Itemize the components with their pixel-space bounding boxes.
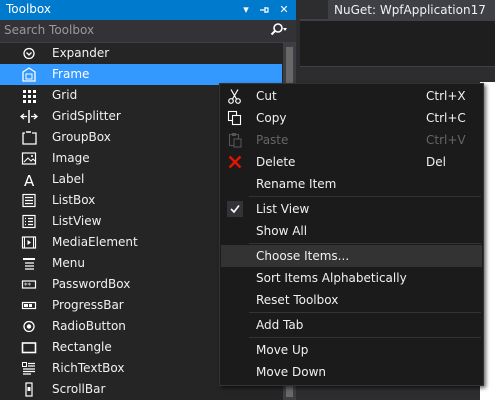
image-icon <box>20 150 38 167</box>
frame-icon <box>20 66 38 83</box>
menu-item-show-all[interactable]: Show All <box>221 220 482 242</box>
toolbox-title-bar[interactable]: Toolbox ▾ ✕ <box>0 0 296 20</box>
toolbox-item-frame[interactable]: Frame <box>0 64 282 85</box>
menu-item-cut[interactable]: Cut Ctrl+X <box>221 85 482 107</box>
menu-separator <box>249 337 481 338</box>
toolbox-item-expander[interactable]: Expander <box>0 43 282 64</box>
menu-item-add-tab[interactable]: Add Tab <box>221 314 482 336</box>
grid-icon <box>20 87 38 104</box>
menu-item-list-view[interactable]: List View <box>221 198 482 220</box>
menu-separator <box>249 243 481 244</box>
menu-separator <box>249 196 481 197</box>
expander-icon <box>20 45 38 62</box>
menu-item-delete[interactable]: Delete Del <box>221 151 482 173</box>
groupbox-icon <box>20 129 38 146</box>
radiobutton-icon <box>20 318 38 335</box>
mediaelement-icon <box>20 234 38 251</box>
delete-icon <box>227 154 243 170</box>
checkmark-icon <box>227 201 243 217</box>
listview-icon <box>20 213 38 230</box>
copy-icon <box>227 110 243 126</box>
cut-icon <box>227 88 243 104</box>
menu-item-choose-items[interactable]: Choose Items... <box>221 245 482 267</box>
close-icon[interactable]: ✕ <box>276 1 292 18</box>
menu-item-reset-toolbox[interactable]: Reset Toolbox <box>221 289 482 311</box>
progressbar-icon <box>20 297 38 314</box>
menu-item-sort-items-alphabetically[interactable]: Sort Items Alphabetically <box>221 267 482 289</box>
menu-item-copy[interactable]: Copy Ctrl+C <box>221 107 482 129</box>
search-icon[interactable] <box>268 22 290 40</box>
paste-icon <box>227 132 243 148</box>
toolbox-title: Toolbox <box>6 2 51 16</box>
tab-nuget-wpfapplication17[interactable]: NuGet: WpfApplication17 <box>328 0 495 19</box>
listbox-icon <box>20 192 38 209</box>
menu-item-move-up[interactable]: Move Up <box>221 339 482 361</box>
svg-text:A: A <box>24 172 35 188</box>
context-menu: Cut Ctrl+X Copy Ctrl+C Paste Ctrl+V Dele… <box>219 83 484 386</box>
tab-label: NuGet: WpfApplication17 <box>334 3 486 17</box>
richtextbox-icon <box>20 360 38 377</box>
label-icon: A <box>20 171 38 190</box>
menu-icon <box>20 255 38 272</box>
menu-item-rename-item[interactable]: Rename Item <box>221 173 482 195</box>
menu-item-paste[interactable]: Paste Ctrl+V <box>221 129 482 151</box>
menu-separator <box>249 312 481 313</box>
rectangle-icon <box>20 339 38 356</box>
passwordbox-icon: ** <box>20 276 38 293</box>
gridsplitter-icon <box>19 108 39 125</box>
menu-item-move-down[interactable]: Move Down <box>221 361 482 383</box>
document-body <box>300 21 495 66</box>
search-input[interactable] <box>4 22 254 38</box>
scrollbar-icon <box>20 381 38 398</box>
svg-text:**: ** <box>24 282 32 290</box>
window-position-dropdown-icon[interactable]: ▾ <box>238 1 254 18</box>
document-header-bar <box>300 66 495 81</box>
search-toolbox[interactable] <box>0 20 296 43</box>
pin-icon[interactable] <box>256 1 272 18</box>
